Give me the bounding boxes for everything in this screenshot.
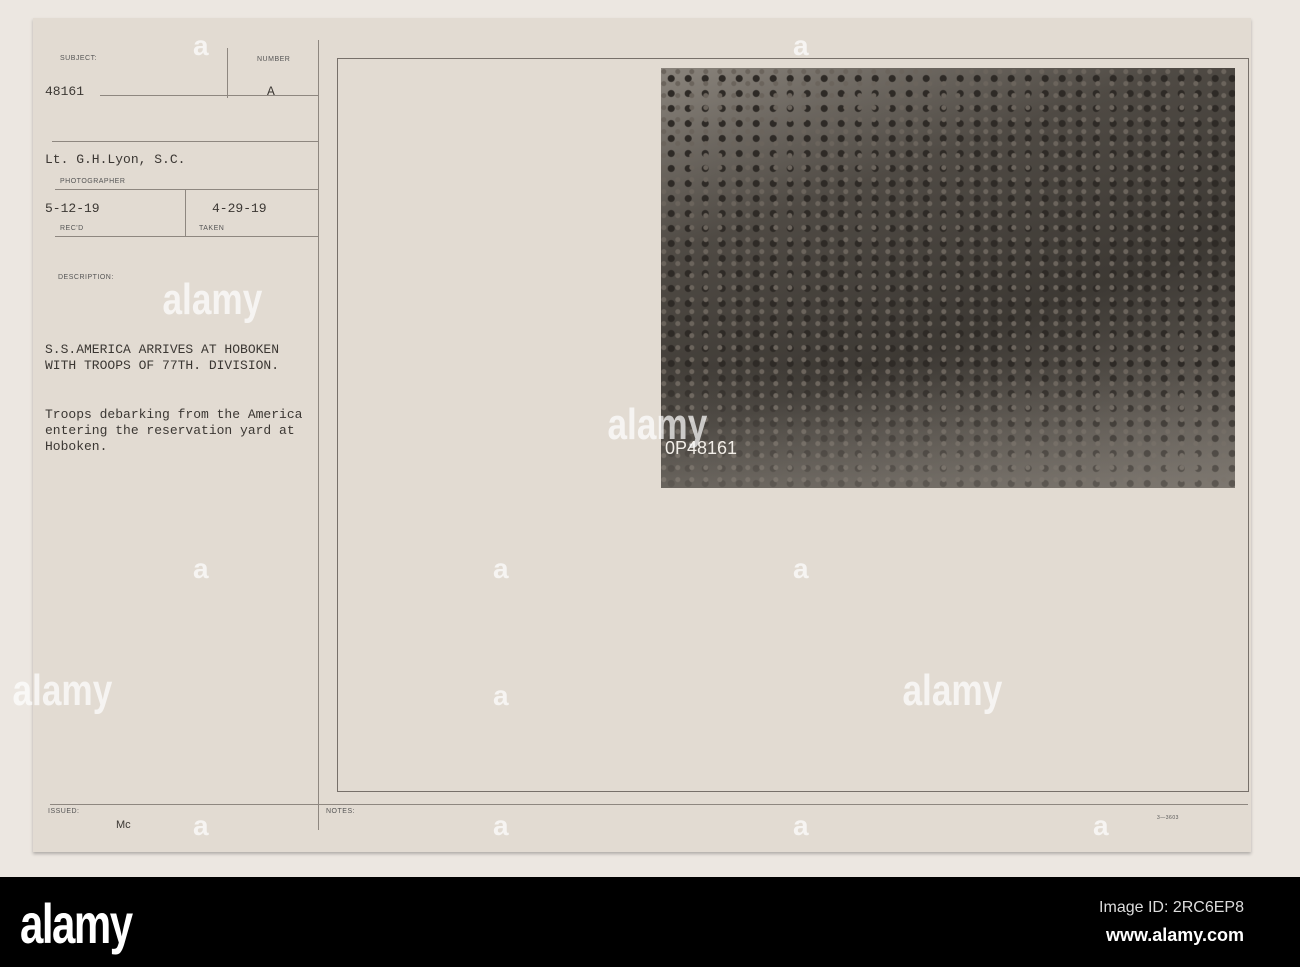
watermark-mark: a — [193, 553, 209, 584]
watermark-mark: a — [193, 30, 209, 61]
footer-bar: alamy Image ID: 2RC6EP8 www.alamy.com — [0, 877, 1300, 967]
divider — [50, 804, 1248, 805]
received-value: 5-12-19 — [45, 201, 100, 216]
number-label: NUMBER — [257, 56, 291, 63]
form-number: 3—3603 — [1157, 815, 1179, 821]
subject-label: SUBJECT: — [60, 55, 98, 62]
watermark: alamy — [162, 275, 263, 324]
troops-photograph: 0P48161 — [661, 68, 1235, 488]
issued-label: ISSUED: — [48, 808, 80, 815]
description-line: Troops debarking from the America — [45, 407, 303, 422]
divider — [227, 48, 228, 98]
column-divider — [318, 40, 319, 830]
site-url[interactable]: www.alamy.com — [1106, 925, 1244, 946]
image-id: Image ID: 2RC6EP8 — [1099, 899, 1244, 916]
watermark-mark: a — [793, 30, 809, 61]
alamy-logo: alamy — [20, 892, 133, 955]
watermark-mark: a — [793, 553, 809, 584]
watermark: alamy — [12, 666, 113, 715]
description-line: Hoboken. — [45, 439, 108, 454]
taken-value: 4-29-19 — [212, 201, 267, 216]
watermark-mark: a — [793, 810, 809, 841]
description-label: DESCRIPTION: — [58, 274, 114, 281]
photographer-label: PHOTOGRAPHER — [60, 178, 126, 185]
issued-value: Mc — [116, 819, 131, 831]
title-line: S.S.AMERICA ARRIVES AT HOBOKEN — [45, 342, 280, 357]
number-value: A — [267, 84, 275, 99]
watermark: alamy — [607, 400, 708, 449]
divider — [52, 141, 318, 142]
photographer-value: Lt. G.H.Lyon, S.C. — [45, 152, 186, 167]
watermark-mark: a — [493, 680, 509, 711]
street-shading — [661, 368, 1235, 488]
divider — [55, 189, 318, 190]
description-line: entering the reservation yard at — [45, 423, 295, 438]
watermark-mark: a — [493, 810, 509, 841]
watermark: alamy — [902, 666, 1003, 715]
divider — [55, 236, 318, 237]
divider — [185, 189, 186, 236]
subject-value: 48161 — [45, 84, 85, 99]
watermark-mark: a — [193, 810, 209, 841]
watermark-mark: a — [493, 553, 509, 584]
title-line: WITH TROOPS OF 77TH. DIVISION. — [45, 358, 280, 373]
taken-label: TAKEN — [199, 225, 225, 232]
notes-label: NOTES: — [326, 808, 356, 815]
divider — [100, 95, 318, 96]
received-label: REC'D — [60, 225, 84, 232]
watermark-mark: a — [1093, 810, 1109, 841]
